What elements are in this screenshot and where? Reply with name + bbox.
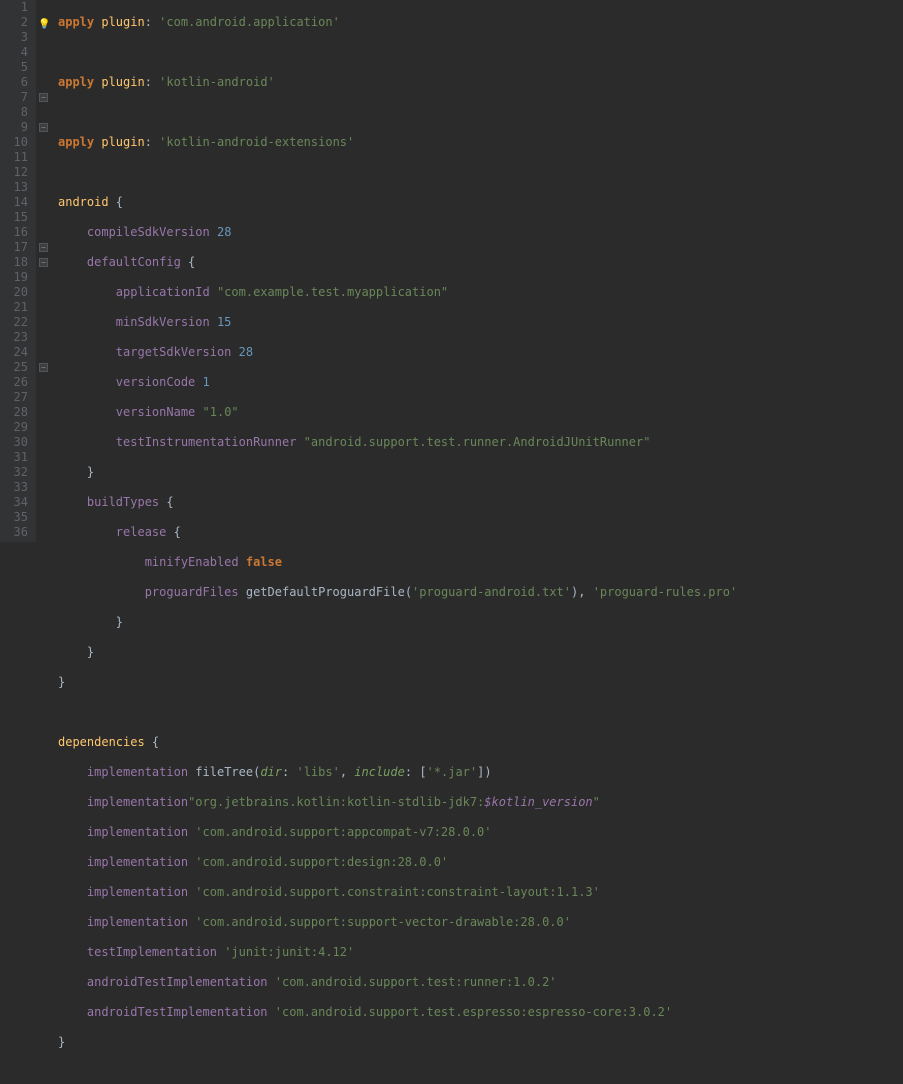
line-number: 6 <box>0 75 28 90</box>
line-number: 25 <box>0 360 28 375</box>
line-number: 3 <box>0 30 28 45</box>
code-line[interactable]: applicationId "com.example.test.myapplic… <box>58 285 737 300</box>
code-line[interactable]: release { <box>58 525 737 540</box>
line-number: 34 <box>0 495 28 510</box>
code-line[interactable]: testInstrumentationRunner "android.suppo… <box>58 435 737 450</box>
fold-toggle-icon[interactable]: − <box>39 243 48 252</box>
line-number: 9 <box>0 120 28 135</box>
fold-toggle-icon[interactable]: − <box>39 258 48 267</box>
line-number: 10 <box>0 135 28 150</box>
line-number: 29 <box>0 420 28 435</box>
line-number-gutter: 1234567891011121314151617181920212223242… <box>0 0 36 542</box>
line-number: 32 <box>0 465 28 480</box>
code-line[interactable]: implementation 'com.android.support:appc… <box>58 825 737 840</box>
code-line[interactable]: android { <box>58 195 737 210</box>
code-line[interactable] <box>58 45 737 60</box>
code-line[interactable]: implementation 'com.android.support:supp… <box>58 915 737 930</box>
code-line[interactable]: androidTestImplementation 'com.android.s… <box>58 1005 737 1020</box>
code-line[interactable]: apply plugin: 'kotlin-android' <box>58 75 737 90</box>
line-number: 4 <box>0 45 28 60</box>
code-line[interactable]: apply plugin: 'com.android.application' <box>58 15 737 30</box>
keyword-apply: apply <box>58 15 94 29</box>
line-number: 5 <box>0 60 28 75</box>
line-number: 30 <box>0 435 28 450</box>
code-line[interactable]: minSdkVersion 15 <box>58 315 737 330</box>
code-line[interactable]: dependencies { <box>58 735 737 750</box>
line-number: 28 <box>0 405 28 420</box>
line-number: 18 <box>0 255 28 270</box>
line-number: 24 <box>0 345 28 360</box>
code-editor[interactable]: apply plugin: 'com.android.application' … <box>54 0 737 542</box>
string-literal: 'com.android.application' <box>159 15 340 29</box>
line-number: 2 <box>0 15 28 30</box>
code-line[interactable]: buildTypes { <box>58 495 737 510</box>
code-line[interactable]: apply plugin: 'kotlin-android-extensions… <box>58 135 737 150</box>
line-number: 8 <box>0 105 28 120</box>
line-number: 35 <box>0 510 28 525</box>
fold-toggle-icon[interactable]: − <box>39 123 48 132</box>
line-number: 31 <box>0 450 28 465</box>
line-number: 36 <box>0 525 28 540</box>
code-line[interactable]: proguardFiles getDefaultProguardFile('pr… <box>58 585 737 600</box>
code-line[interactable]: } <box>58 645 737 660</box>
line-number: 26 <box>0 375 28 390</box>
code-line[interactable]: } <box>58 465 737 480</box>
line-number: 15 <box>0 210 28 225</box>
code-line[interactable]: compileSdkVersion 28 <box>58 225 737 240</box>
code-line[interactable] <box>58 1065 737 1080</box>
code-line[interactable]: versionCode 1 <box>58 375 737 390</box>
fold-toggle-icon[interactable]: − <box>39 363 48 372</box>
code-line[interactable]: implementation fileTree(dir: 'libs', inc… <box>58 765 737 780</box>
line-number: 22 <box>0 315 28 330</box>
code-line[interactable]: versionName "1.0" <box>58 405 737 420</box>
code-line[interactable]: defaultConfig { <box>58 255 737 270</box>
code-line[interactable]: } <box>58 1035 737 1050</box>
line-number: 16 <box>0 225 28 240</box>
code-line[interactable]: implementation"org.jetbrains.kotlin:kotl… <box>58 795 737 810</box>
block-dependencies: dependencies <box>58 735 145 749</box>
line-number: 11 <box>0 150 28 165</box>
identifier-plugin: plugin <box>101 15 144 29</box>
code-line[interactable]: androidTestImplementation 'com.android.s… <box>58 975 737 990</box>
line-number: 21 <box>0 300 28 315</box>
code-line[interactable]: minifyEnabled false <box>58 555 737 570</box>
code-line[interactable]: implementation 'com.android.support:desi… <box>58 855 737 870</box>
code-line[interactable]: } <box>58 675 737 690</box>
line-number: 27 <box>0 390 28 405</box>
line-number: 17 <box>0 240 28 255</box>
line-number: 7 <box>0 90 28 105</box>
line-number: 23 <box>0 330 28 345</box>
line-number: 20 <box>0 285 28 300</box>
block-android: android <box>58 195 109 209</box>
code-line[interactable] <box>58 705 737 720</box>
code-line[interactable]: testImplementation 'junit:junit:4.12' <box>58 945 737 960</box>
code-line[interactable] <box>58 105 737 120</box>
line-number: 13 <box>0 180 28 195</box>
fold-toggle-icon[interactable]: − <box>39 93 48 102</box>
line-number: 1 <box>0 0 28 15</box>
fold-column: − − − − − 💡 <box>36 0 54 542</box>
line-number: 33 <box>0 480 28 495</box>
line-number: 12 <box>0 165 28 180</box>
code-line[interactable]: targetSdkVersion 28 <box>58 345 737 360</box>
line-number: 19 <box>0 270 28 285</box>
code-line[interactable]: } <box>58 615 737 630</box>
code-line[interactable]: implementation 'com.android.support.cons… <box>58 885 737 900</box>
intention-bulb-icon[interactable]: 💡 <box>38 17 50 32</box>
line-number: 14 <box>0 195 28 210</box>
code-line[interactable] <box>58 165 737 180</box>
